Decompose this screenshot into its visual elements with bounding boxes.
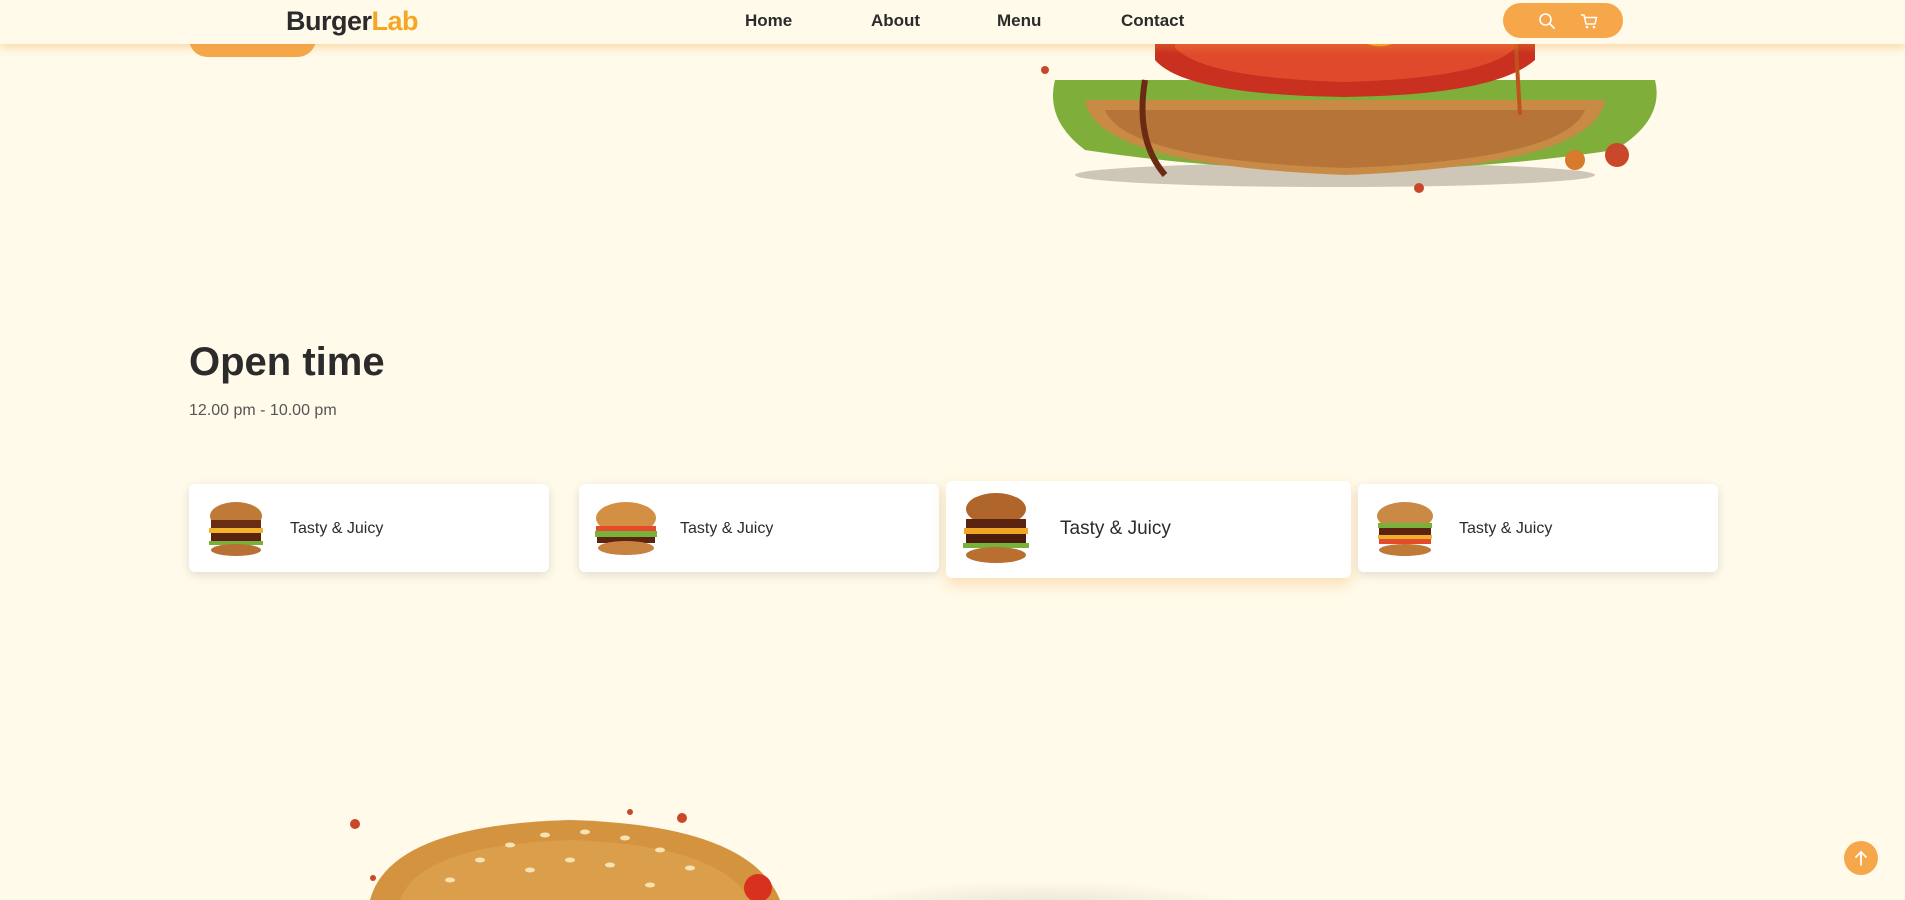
nav-about[interactable]: About <box>871 11 920 31</box>
card-label: Tasty & Juicy <box>290 520 384 537</box>
arrow-up-icon <box>1855 851 1867 866</box>
bottom-burger-image <box>350 809 780 900</box>
logo-part-lab: Lab <box>371 6 419 36</box>
burger-thumbnail <box>963 493 1029 563</box>
burger-thumbnail <box>595 502 657 555</box>
card-label: Tasty & Juicy <box>1459 520 1553 537</box>
card-label: Tasty & Juicy <box>1060 518 1171 539</box>
top-navbar: BurgerLab Home About Menu Contact <box>0 0 1905 44</box>
burger-thumbnail <box>209 502 263 556</box>
search-icon[interactable] <box>1537 11 1557 31</box>
menu-card[interactable]: Tasty & Juicy <box>1358 484 1718 572</box>
nav-menu[interactable]: Menu <box>997 11 1041 31</box>
menu-card[interactable]: Tasty & Juicy <box>189 484 549 572</box>
card-label: Tasty & Juicy <box>680 520 774 537</box>
cart-icon[interactable] <box>1579 11 1599 31</box>
back-to-top-button[interactable] <box>1844 841 1878 875</box>
logo[interactable]: BurgerLab <box>286 6 419 37</box>
header-actions <box>1503 3 1623 38</box>
open-time-hours: 12.00 pm - 10.00 pm <box>189 402 337 419</box>
logo-part-burger: Burger <box>286 6 372 36</box>
menu-card[interactable]: Tasty & Juicy <box>579 484 939 572</box>
page: BurgerLab Home About Menu Contact Open t… <box>0 0 1905 900</box>
nav-home[interactable]: Home <box>745 11 792 31</box>
decorative-shadow <box>830 880 1250 900</box>
nav-contact[interactable]: Contact <box>1121 11 1184 31</box>
burger-thumbnail <box>1377 502 1433 556</box>
open-time-title: Open time <box>189 340 385 384</box>
menu-card-active[interactable]: Tasty & Juicy <box>946 481 1351 578</box>
